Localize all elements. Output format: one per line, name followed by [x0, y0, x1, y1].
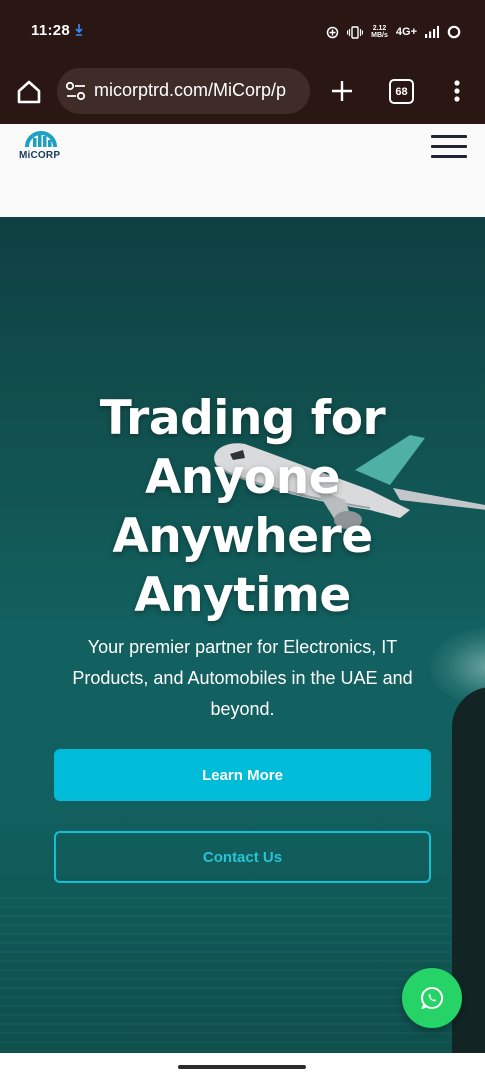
hero-subtitle: Your premier partner for Electronics, IT… [72, 637, 413, 719]
tune-icon[interactable] [65, 81, 87, 101]
hero-title-line: Anyone [144, 450, 341, 505]
battery-icon [447, 25, 461, 39]
url-text[interactable]: micorptrd.com/MiCorp/p [94, 80, 286, 101]
hamburger-menu-icon[interactable] [431, 135, 467, 159]
gesture-handle[interactable] [178, 1065, 306, 1069]
logo-icon[interactable] [18, 124, 64, 168]
hero-section: Trading for Anyone Anywhere Anytime Your… [0, 217, 485, 1053]
hero-title-line: Anywhere [112, 509, 373, 564]
plus-icon[interactable] [329, 78, 355, 104]
hero-title-line: Anytime [134, 568, 351, 623]
hero-title: Trading for Anyone Anywhere Anytime [0, 389, 485, 625]
status-bar: 11:28 2.12 MB/s 4G+ [0, 0, 485, 60]
home-icon[interactable] [14, 77, 44, 107]
data-saver-icon [326, 26, 339, 38]
status-indicators: 2.12 MB/s 4G+ [326, 22, 461, 42]
address-bar[interactable]: micorptrd.com/MiCorp/p [57, 68, 310, 114]
status-time: 11:28 [31, 22, 71, 39]
speed-unit: MB/s [371, 32, 388, 39]
navigation-bar [0, 1053, 485, 1080]
signal-icon [425, 26, 439, 38]
site-header: MiCORP [0, 124, 485, 217]
network-speed: 2.12 MB/s [371, 25, 388, 39]
more-vert-icon[interactable] [447, 77, 467, 105]
learn-more-button[interactable]: Learn More [54, 749, 431, 801]
tab-switcher-button[interactable]: 68 [389, 79, 414, 104]
network-type: 4G+ [395, 26, 417, 38]
hero-title-line: Trading for [99, 391, 386, 446]
speed-value: 2.12 [372, 25, 387, 32]
vibrate-icon [347, 25, 364, 39]
download-icon [75, 24, 83, 36]
logo-text: MiCORP [19, 150, 61, 161]
contact-us-button[interactable]: Contact Us [54, 831, 431, 883]
whatsapp-icon [420, 986, 444, 1009]
whatsapp-button[interactable] [402, 968, 462, 1028]
browser-toolbar: micorptrd.com/MiCorp/p 68 [0, 60, 485, 124]
